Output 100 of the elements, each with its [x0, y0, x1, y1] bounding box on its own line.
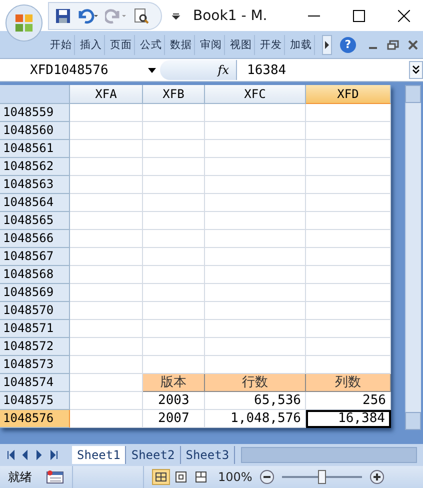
table-cell[interactable] [306, 176, 391, 194]
horizontal-scrollbar[interactable] [241, 447, 417, 463]
scroll-right-icon[interactable] [322, 34, 332, 54]
table-cell[interactable] [143, 266, 205, 284]
undo-icon[interactable] [77, 8, 99, 24]
row-header[interactable]: 1048570 [0, 302, 70, 320]
row-header[interactable]: 1048567 [0, 248, 70, 266]
table-cell[interactable] [205, 320, 306, 338]
table-cell[interactable] [205, 176, 306, 194]
table-cell[interactable] [70, 104, 143, 122]
table-cell[interactable] [306, 266, 391, 284]
save-icon[interactable] [55, 8, 71, 24]
table-cell[interactable] [70, 338, 143, 356]
table-cell[interactable] [70, 302, 143, 320]
table-cell[interactable] [143, 248, 205, 266]
column-header[interactable]: XFD [306, 85, 391, 104]
maximize-icon[interactable] [353, 10, 365, 22]
ribbon-tab[interactable]: 开始 [48, 34, 75, 54]
select-all-button[interactable] [0, 85, 70, 104]
table-cell[interactable]: 16,384 [306, 410, 391, 428]
redo-icon[interactable] [105, 8, 127, 24]
row-header[interactable]: 1048561 [0, 140, 70, 158]
table-cell[interactable] [70, 266, 143, 284]
slider-thumb[interactable] [318, 470, 326, 484]
formula-field[interactable]: 16384 [237, 62, 409, 78]
column-header[interactable]: XFC [205, 85, 306, 104]
table-cell[interactable] [306, 212, 391, 230]
table-cell[interactable]: 1,048,576 [205, 410, 306, 428]
table-cell[interactable] [70, 320, 143, 338]
table-cell[interactable] [306, 248, 391, 266]
row-header[interactable]: 1048571 [0, 320, 70, 338]
table-cell[interactable] [70, 194, 143, 212]
table-cell[interactable] [70, 122, 143, 140]
table-cell[interactable] [205, 104, 306, 122]
table-cell[interactable] [70, 410, 143, 428]
table-cell[interactable] [306, 122, 391, 140]
table-cell[interactable] [205, 212, 306, 230]
macro-record-icon[interactable] [46, 470, 64, 484]
column-header[interactable]: XFB [143, 85, 205, 104]
table-cell[interactable] [306, 194, 391, 212]
ribbon-tab[interactable]: 公式 [138, 34, 165, 54]
insert-function-button[interactable]: fx [218, 63, 236, 77]
table-cell[interactable]: 2007 [143, 410, 205, 428]
table-cell[interactable] [70, 356, 143, 374]
row-header[interactable]: 1048566 [0, 230, 70, 248]
zoom-level[interactable]: 100% [218, 470, 252, 484]
table-cell[interactable] [70, 212, 143, 230]
table-cell[interactable] [205, 194, 306, 212]
sheet-tab[interactable]: Sheet1 [72, 446, 126, 464]
table-cell[interactable] [70, 248, 143, 266]
table-cell[interactable] [306, 284, 391, 302]
row-header[interactable]: 1048574 [0, 374, 70, 392]
table-cell[interactable] [143, 122, 205, 140]
ribbon-tab[interactable]: 插入 [78, 34, 105, 54]
row-header[interactable]: 1048563 [0, 176, 70, 194]
dropdown-icon[interactable] [148, 68, 156, 72]
table-cell[interactable] [143, 284, 205, 302]
table-cell[interactable] [143, 104, 205, 122]
row-header[interactable]: 1048572 [0, 338, 70, 356]
table-cell[interactable] [306, 320, 391, 338]
table-cell[interactable] [143, 194, 205, 212]
sheet-tab[interactable]: Sheet3 [180, 446, 236, 464]
scroll-up-button[interactable] [405, 85, 421, 103]
table-cell[interactable] [306, 104, 391, 122]
row-header[interactable]: 1048573 [0, 356, 70, 374]
table-cell[interactable]: 版本 [143, 374, 205, 392]
scroll-down-button[interactable] [405, 412, 421, 430]
ribbon-tab[interactable]: 数据 [168, 34, 195, 54]
customize-menu-icon[interactable] [171, 10, 181, 20]
table-cell[interactable] [306, 158, 391, 176]
table-cell[interactable] [143, 230, 205, 248]
row-header[interactable]: 1048568 [0, 266, 70, 284]
table-cell[interactable] [70, 230, 143, 248]
ribbon-tab[interactable]: 开发 [258, 34, 285, 54]
table-cell[interactable] [205, 248, 306, 266]
table-cell[interactable] [205, 230, 306, 248]
restore-icon[interactable] [387, 38, 399, 50]
row-header[interactable]: 1048560 [0, 122, 70, 140]
row-header[interactable]: 1048565 [0, 212, 70, 230]
table-cell[interactable] [143, 140, 205, 158]
table-cell[interactable] [205, 302, 306, 320]
ribbon-tab[interactable]: 视图 [228, 34, 255, 54]
name-box[interactable]: XFD1048576 [0, 62, 160, 78]
table-cell[interactable] [306, 230, 391, 248]
table-cell[interactable] [143, 176, 205, 194]
normal-view-icon[interactable] [152, 469, 170, 485]
table-cell[interactable] [143, 338, 205, 356]
table-cell[interactable] [205, 140, 306, 158]
table-cell[interactable] [70, 284, 143, 302]
help-button[interactable]: ? [340, 36, 356, 52]
table-cell[interactable] [306, 302, 391, 320]
row-header[interactable]: 1048575 [0, 392, 70, 410]
table-cell[interactable] [143, 212, 205, 230]
table-cell[interactable] [205, 158, 306, 176]
ribbon-tab[interactable]: 页面 [108, 34, 135, 54]
column-header[interactable]: XFA [70, 85, 143, 104]
row-header[interactable]: 1048559 [0, 104, 70, 122]
row-header[interactable]: 1048564 [0, 194, 70, 212]
table-cell[interactable] [306, 338, 391, 356]
table-cell[interactable] [143, 320, 205, 338]
